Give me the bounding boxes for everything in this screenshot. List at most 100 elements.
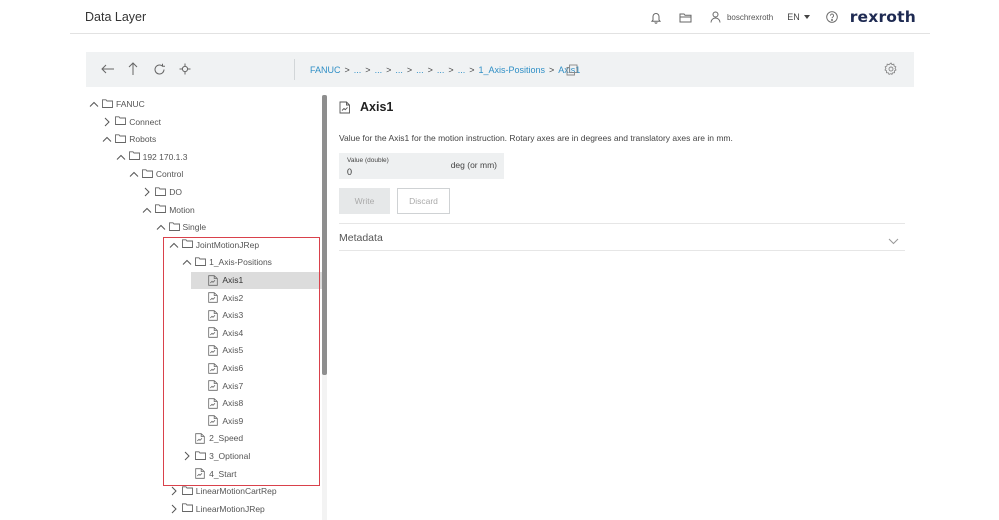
tree-item-axis6[interactable]: Axis6 <box>194 360 243 377</box>
expander-placeholder <box>194 327 206 339</box>
breadcrumb: FANUC > ... > ... > ... > ... > ... > ..… <box>310 52 580 87</box>
tree-item-robots[interactable]: Robots <box>101 131 156 148</box>
tree-item-label: Axis2 <box>222 292 244 303</box>
expander-placeholder <box>194 362 206 374</box>
tree-item-2-speed[interactable]: 2_Speed <box>181 430 243 447</box>
chevron-right-icon[interactable] <box>168 485 180 497</box>
folder-icon <box>168 222 180 233</box>
user-icon[interactable] <box>708 9 724 25</box>
chevron-down-icon[interactable] <box>888 232 899 245</box>
tree-item-axis2[interactable]: Axis2 <box>194 289 243 306</box>
tree-item-label: 1_Axis-Positions <box>209 257 272 268</box>
help-icon[interactable] <box>824 9 840 25</box>
chevron-right-icon[interactable] <box>168 503 180 515</box>
breadcrumb-separator: > <box>549 64 555 75</box>
breadcrumb-separator: > <box>344 64 350 75</box>
data-node-icon <box>208 380 219 391</box>
brand-logo: rexroth <box>849 8 916 26</box>
copy-icon[interactable] <box>566 63 579 76</box>
value-field[interactable]: Value (double) 0 deg (or mm) <box>339 153 504 179</box>
tree-scrollbar-thumb[interactable] <box>322 95 327 375</box>
tree-item-label: Motion <box>169 204 195 215</box>
gear-icon[interactable] <box>884 62 898 76</box>
tree-item-linearmotioncartrep[interactable]: LinearMotionCartRep <box>168 483 277 500</box>
tree-item-axis3[interactable]: Axis3 <box>194 307 243 324</box>
expander-placeholder <box>194 344 206 356</box>
expander-placeholder <box>181 468 193 480</box>
chevron-up-icon[interactable] <box>181 256 193 268</box>
tree-item-label: Axis3 <box>222 310 244 321</box>
bell-icon[interactable] <box>648 9 664 25</box>
tree-item-label: 2_Speed <box>209 433 244 444</box>
breadcrumb-item-axis-positions[interactable]: 1_Axis-Positions <box>478 65 545 75</box>
tree-item-4-start[interactable]: 4_Start <box>181 465 237 482</box>
tree-item-axis7[interactable]: Axis7 <box>194 377 243 394</box>
tree-item-1-axis-positions[interactable]: 1_Axis-Positions <box>181 254 272 271</box>
chevron-right-icon[interactable] <box>101 116 113 128</box>
tree-item-control[interactable]: Control <box>128 166 183 183</box>
metadata-label: Metadata <box>339 232 383 244</box>
chevron-right-icon[interactable] <box>141 186 153 198</box>
arrow-up-icon[interactable] <box>124 60 142 78</box>
tree-item-axis9[interactable]: Axis9 <box>194 412 243 429</box>
metadata-section[interactable]: Metadata <box>339 223 905 251</box>
tree-item-connect[interactable]: Connect <box>101 113 161 130</box>
tree-item-label: LinearMotionCartRep <box>195 486 277 497</box>
folder-icon <box>115 116 127 127</box>
data-node-icon <box>339 101 352 114</box>
chevron-up-icon[interactable] <box>115 151 127 163</box>
chevron-up-icon[interactable] <box>155 221 167 233</box>
breadcrumb-item-ellipsis[interactable]: ... <box>458 65 466 75</box>
toolbar-divider <box>294 59 295 80</box>
write-button[interactable]: Write <box>339 188 390 214</box>
breadcrumb-item-ellipsis[interactable]: ... <box>354 65 362 75</box>
discard-button[interactable]: Discard <box>397 188 450 214</box>
value-field-value[interactable]: 0 <box>347 167 352 177</box>
chevron-up-icon[interactable] <box>88 98 100 110</box>
tree-item-do[interactable]: DO <box>141 184 182 201</box>
value-unit: deg (or mm) <box>450 160 497 170</box>
username[interactable]: boschrexroth <box>727 13 773 22</box>
tree-item-3-optional[interactable]: 3_Optional <box>181 448 250 465</box>
tree-item-label: Axis1 <box>222 275 244 285</box>
folder-icon <box>155 204 167 215</box>
tree-item-axis4[interactable]: Axis4 <box>194 324 243 341</box>
tree-item-label: Axis4 <box>222 327 244 338</box>
tree-item-label: JointMotionJRep <box>195 239 260 250</box>
folder-icon <box>155 186 167 198</box>
breadcrumb-item-ellipsis[interactable]: ... <box>395 65 403 75</box>
tree-item-label: Axis7 <box>222 380 244 391</box>
data-node-icon <box>208 362 219 374</box>
tree-item-axis1[interactable]: Axis1 <box>191 271 322 289</box>
arrow-left-icon[interactable] <box>99 60 117 78</box>
folder-icon <box>128 151 140 162</box>
folder-icon <box>102 98 113 110</box>
tree-item-fanuc[interactable]: FANUC <box>88 96 145 113</box>
tree-item-axis5[interactable]: Axis5 <box>194 342 243 359</box>
breadcrumb-item-ellipsis[interactable]: ... <box>416 65 424 75</box>
language-select[interactable]: EN <box>787 12 810 22</box>
breadcrumb-item-ellipsis[interactable]: ... <box>375 65 383 75</box>
breadcrumb-item-ellipsis[interactable]: ... <box>437 65 445 75</box>
tree-item-axis8[interactable]: Axis8 <box>194 395 243 412</box>
chevron-up-icon[interactable] <box>101 133 113 145</box>
chevron-up-icon[interactable] <box>128 168 140 180</box>
locate-icon[interactable] <box>176 60 194 78</box>
refresh-icon[interactable] <box>150 60 168 78</box>
data-node-icon <box>208 345 219 356</box>
tree-item-label: LinearMotionJRep <box>195 503 265 514</box>
chevron-up-icon[interactable] <box>168 239 180 251</box>
tree-item-jointmotionjrep[interactable]: JointMotionJRep <box>168 236 259 253</box>
folder-open-icon[interactable] <box>678 9 694 25</box>
breadcrumb-separator: > <box>406 64 413 75</box>
tree-item-single[interactable]: Single <box>155 219 206 236</box>
tree-item-motion[interactable]: Motion <box>141 201 195 218</box>
tree-item-linearmotionjrep[interactable]: LinearMotionJRep <box>168 500 265 517</box>
chevron-right-icon[interactable] <box>181 450 193 462</box>
chevron-up-icon[interactable] <box>141 204 153 216</box>
node-title: Axis1 <box>339 100 393 114</box>
app-title: Data Layer <box>85 10 147 24</box>
tree-item-192-170-1-3[interactable]: 192 170.1.3 <box>115 148 188 165</box>
breadcrumb-item-fanuc[interactable]: FANUC <box>310 65 341 75</box>
tree-item-label: Robots <box>129 134 157 145</box>
